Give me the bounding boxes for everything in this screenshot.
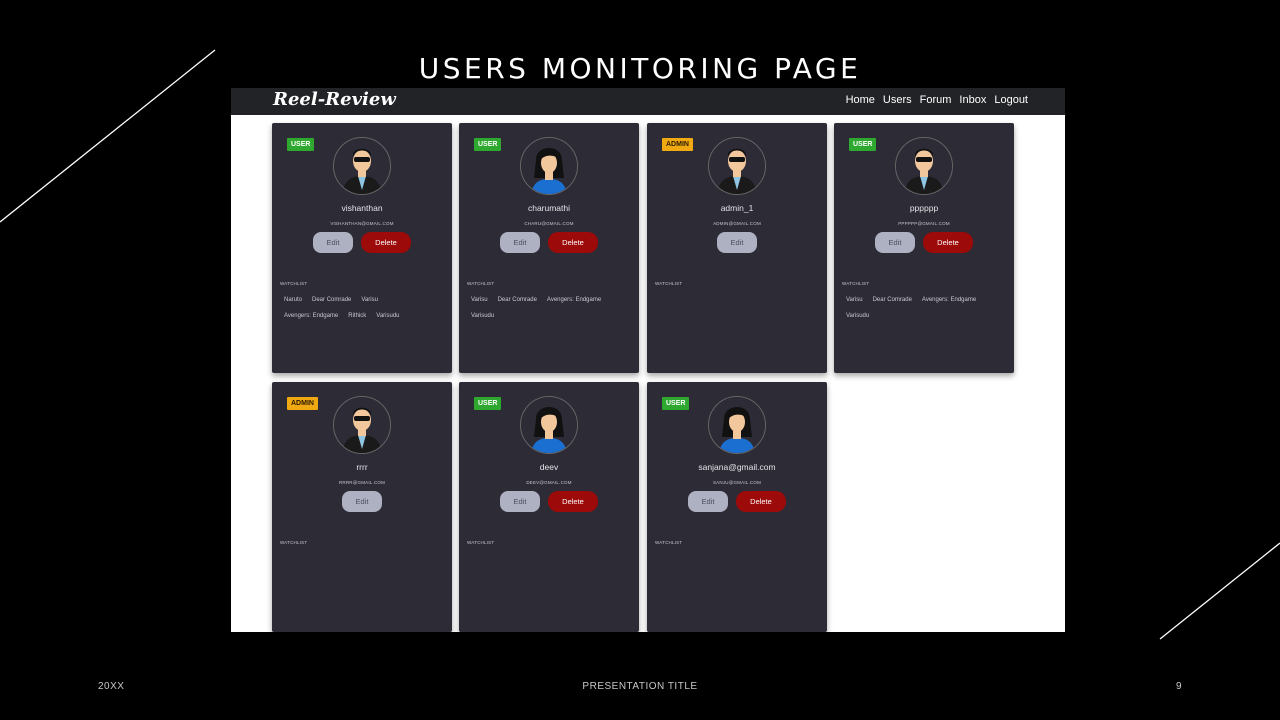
watchlist-items: Naruto Dear Comrade Varisu Avengers: Endgam…: [280, 295, 444, 321]
watchlist-item[interactable]: Dear Comrade: [308, 295, 355, 305]
user-card: USER vishanthan VISHANTHAN@GMAIL.COM Edit De…: [272, 123, 452, 373]
user-card: ADMIN admin_1 ADMIN@GMAIL.COM Edit WATCHLIST: [647, 123, 827, 373]
delete-button[interactable]: Delete: [923, 232, 973, 253]
username: rrrr: [356, 462, 368, 472]
role-badge: ADMIN: [287, 397, 318, 410]
watchlist-label: WATCHLIST: [842, 281, 870, 286]
username: charumathi: [527, 203, 571, 213]
username: deev: [539, 462, 559, 472]
navbar: Reel-Review Home Users Forum Inbox Logou…: [231, 88, 1065, 115]
watchlist-item[interactable]: Avengers: Endgame: [543, 295, 605, 305]
user-email: SANJU@GMAIL.COM: [712, 480, 762, 485]
card-actions: Edit Delete: [647, 491, 827, 512]
watchlist-item[interactable]: Varisu: [467, 295, 492, 305]
nav-users[interactable]: Users: [883, 94, 912, 106]
card-actions: Edit Delete: [834, 232, 1014, 253]
watchlist-item[interactable]: Dear Comrade: [494, 295, 541, 305]
user-card: USER deev DEEV@GMAIL.COM Edit Delete WATCHLIS…: [459, 382, 639, 632]
watchlist-item[interactable]: Varisu: [357, 295, 382, 305]
username: pppppp: [909, 203, 939, 213]
watchlist-item[interactable]: Avengers: Endgame: [280, 311, 342, 321]
male-avatar-icon: [708, 137, 766, 195]
card-actions: Edit Delete: [272, 232, 452, 253]
user-email: CHARU@GMAIL.COM: [524, 221, 574, 226]
role-badge: USER: [849, 138, 877, 151]
user-card: ADMIN rrrr RRRR@GMAIL.COM Edit WATCHLIST: [272, 382, 452, 632]
role-badge: USER: [287, 138, 315, 151]
delete-button[interactable]: Delete: [548, 491, 598, 512]
watchlist-label: WATCHLIST: [467, 540, 495, 545]
watchlist-label: WATCHLIST: [655, 281, 683, 286]
watchlist-item[interactable]: Varisu: [842, 295, 867, 305]
card-actions: Edit: [272, 491, 452, 512]
delete-button[interactable]: Delete: [548, 232, 598, 253]
role-badge: USER: [474, 397, 502, 410]
user-email: VISHANTHAN@GMAIL.COM: [330, 221, 394, 226]
watchlist-label: WATCHLIST: [280, 281, 308, 286]
watchlist-label: WATCHLIST: [655, 540, 683, 545]
card-actions: Edit Delete: [459, 232, 639, 253]
user-card: USER charumathi CHARU@GMAIL.COM Edit Delete W…: [459, 123, 639, 373]
user-email: RRRR@GMAIL.COM: [338, 480, 386, 485]
user-email: ADMIN@GMAIL.COM: [713, 221, 761, 226]
username: vishanthan: [341, 203, 383, 213]
male-avatar-icon: [333, 137, 391, 195]
role-badge: ADMIN: [662, 138, 693, 151]
footer-page-number: 9: [1176, 681, 1183, 692]
watchlist-item[interactable]: Varisudu: [467, 311, 498, 321]
female-avatar-icon: [520, 396, 578, 454]
footer-presentation-title: PRESENTATION TITLE: [582, 681, 698, 692]
watchlist-item[interactable]: Varisudu: [842, 311, 873, 321]
watchlist-item[interactable]: Dear Comrade: [869, 295, 916, 305]
nav-links: Home Users Forum Inbox Logout: [846, 94, 1028, 106]
username: admin_1: [720, 203, 754, 213]
female-avatar-icon: [708, 396, 766, 454]
username: sanjana@gmail.com: [698, 462, 776, 472]
edit-button[interactable]: Edit: [875, 232, 915, 253]
watchlist-item[interactable]: Varisudu: [372, 311, 403, 321]
female-avatar-icon: [520, 137, 578, 195]
nav-home[interactable]: Home: [846, 94, 875, 106]
male-avatar-icon: [333, 396, 391, 454]
edit-button[interactable]: Edit: [500, 491, 540, 512]
edit-button[interactable]: Edit: [313, 232, 353, 253]
edit-button[interactable]: Edit: [342, 491, 382, 512]
user-email: DEEV@GMAIL.COM: [526, 480, 572, 485]
male-avatar-icon: [895, 137, 953, 195]
watchlist-item[interactable]: Rithick: [344, 311, 370, 321]
card-actions: Edit Delete: [459, 491, 639, 512]
edit-button[interactable]: Edit: [717, 232, 757, 253]
delete-button[interactable]: Delete: [361, 232, 411, 253]
watchlist-label: WATCHLIST: [280, 540, 308, 545]
watchlist-label: WATCHLIST: [467, 281, 495, 286]
role-badge: USER: [662, 397, 690, 410]
edit-button[interactable]: Edit: [688, 491, 728, 512]
watchlist-items: Varisu Dear Comrade Avengers: Endgame Varis…: [842, 295, 1006, 321]
role-badge: USER: [474, 138, 502, 151]
slide-title: USERS MONITORING PAGE: [418, 52, 862, 85]
nav-inbox[interactable]: Inbox: [959, 94, 986, 106]
card-actions: Edit: [647, 232, 827, 253]
watchlist-item[interactable]: Naruto: [280, 295, 306, 305]
watchlist-items: Varisu Dear Comrade Avengers: Endgame Varis…: [467, 295, 631, 321]
user-email: PPPPPP@GMAIL.COM: [898, 221, 950, 226]
user-card: USER pppppp PPPPPP@GMAIL.COM Edit Delete WATC…: [834, 123, 1014, 373]
user-card: USER sanjana@gmail.com SANJU@GMAIL.COM Edit…: [647, 382, 827, 632]
brand-logo[interactable]: Reel-Review: [273, 89, 396, 110]
edit-button[interactable]: Edit: [500, 232, 540, 253]
app-screenshot: Reel-Review Home Users Forum Inbox Logou…: [231, 88, 1065, 632]
nav-logout[interactable]: Logout: [994, 94, 1028, 106]
nav-forum[interactable]: Forum: [920, 94, 952, 106]
delete-button[interactable]: Delete: [736, 491, 786, 512]
watchlist-item[interactable]: Avengers: Endgame: [918, 295, 980, 305]
